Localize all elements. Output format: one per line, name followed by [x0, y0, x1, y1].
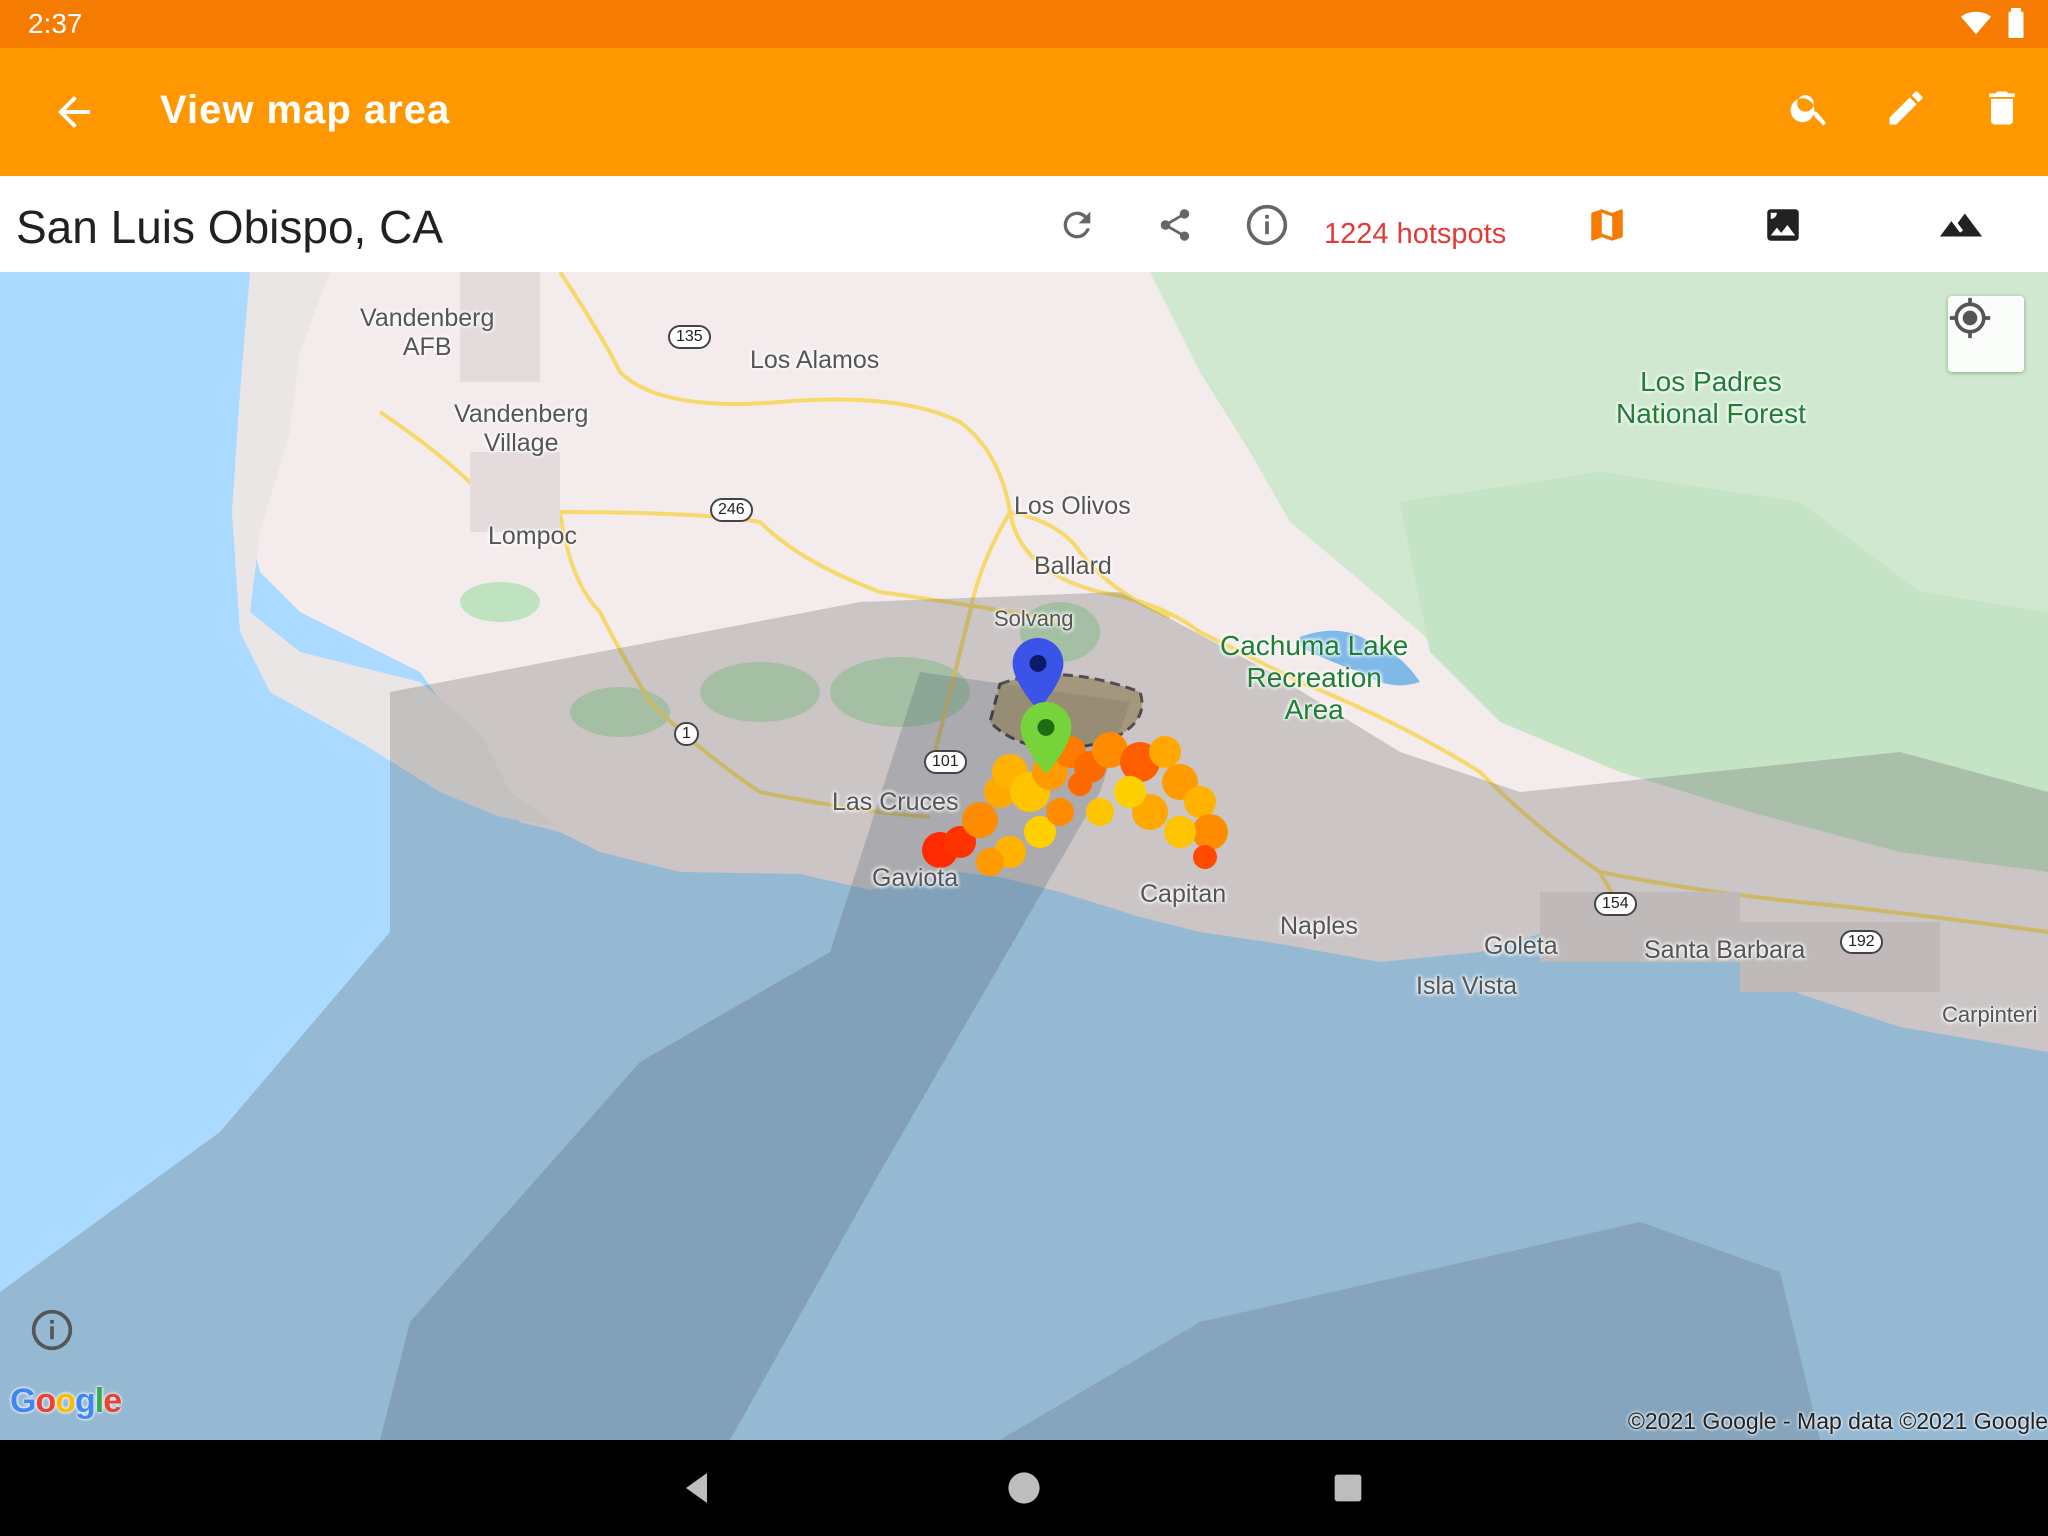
system-nav-bar [0, 1440, 2048, 1536]
status-bar: 2:37 [0, 0, 2048, 48]
place-label: Vandenberg AFB [360, 304, 495, 361]
info-icon[interactable] [1242, 200, 1292, 250]
place-label: Naples [1280, 912, 1358, 940]
status-time: 2:37 [28, 8, 83, 39]
highway-shield: 135 [668, 325, 711, 349]
highway-shield: 1 [674, 722, 699, 746]
place-label: Solvang [994, 606, 1074, 631]
place-label: Lompoc [488, 522, 577, 550]
highway-shield: 246 [710, 498, 753, 522]
nav-recents-icon[interactable] [1324, 1464, 1372, 1512]
satellite-icon[interactable] [1758, 200, 1808, 250]
page-title: View map area [160, 88, 451, 132]
map-view[interactable]: Vandenberg AFB Los Alamos Vandenberg Vil… [0, 272, 2048, 1440]
hotspots-count: 1224 hotspots [1324, 218, 1507, 250]
map-copyright: ©2021 Google - Map data ©2021 Google [1627, 1408, 2048, 1434]
status-icons [1960, 8, 2026, 38]
refresh-icon[interactable] [1052, 200, 1102, 250]
place-label: Gaviota [872, 864, 959, 892]
my-location-button[interactable] [1948, 296, 2024, 372]
park-label: Los Padres National Forest [1616, 366, 1806, 429]
place-label: Capitan [1140, 880, 1227, 908]
app-bar-actions [1784, 82, 2028, 134]
share-icon[interactable] [1150, 200, 1200, 250]
place-label: Isla Vista [1416, 972, 1517, 1000]
place-label: Los Alamos [750, 346, 880, 374]
hotspot-markers [922, 732, 1228, 876]
map-toolbar: San Luis Obispo, CA 1224 hotspots [0, 176, 2048, 273]
park-label: Cachuma Lake Recreation Area [1220, 630, 1409, 725]
location-title: San Luis Obispo, CA [16, 201, 444, 253]
search-icon[interactable] [1784, 82, 1836, 134]
nav-back-icon[interactable] [674, 1464, 722, 1512]
google-logo: Google [10, 1382, 122, 1420]
wifi-icon [1961, 11, 1991, 35]
terrain-icon[interactable] [1936, 200, 1986, 250]
map-info-icon[interactable] [30, 1308, 74, 1352]
arrow-back-icon[interactable] [50, 88, 98, 136]
battery-icon [2008, 8, 2024, 38]
nav-home-icon[interactable] [1000, 1464, 1048, 1512]
place-label: Ballard [1034, 552, 1112, 580]
highway-shield: 154 [1594, 892, 1637, 916]
place-label: Vandenberg Village [454, 400, 589, 457]
map-icon[interactable] [1582, 200, 1632, 250]
place-label: Los Olivos [1014, 492, 1131, 520]
place-label: Santa Barbara [1644, 936, 1806, 964]
place-label: Goleta [1484, 932, 1558, 960]
edit-icon[interactable] [1880, 82, 1932, 134]
highway-shield: 101 [924, 750, 967, 774]
app-bar: View map area [0, 48, 2048, 176]
delete-icon[interactable] [1976, 82, 2028, 134]
place-label: Carpinteri [1942, 1002, 2038, 1027]
place-label: Las Cruces [832, 788, 959, 816]
my-location-icon [1949, 297, 1991, 339]
highway-shield: 192 [1840, 930, 1883, 954]
hotspot-cluster [922, 732, 1228, 876]
